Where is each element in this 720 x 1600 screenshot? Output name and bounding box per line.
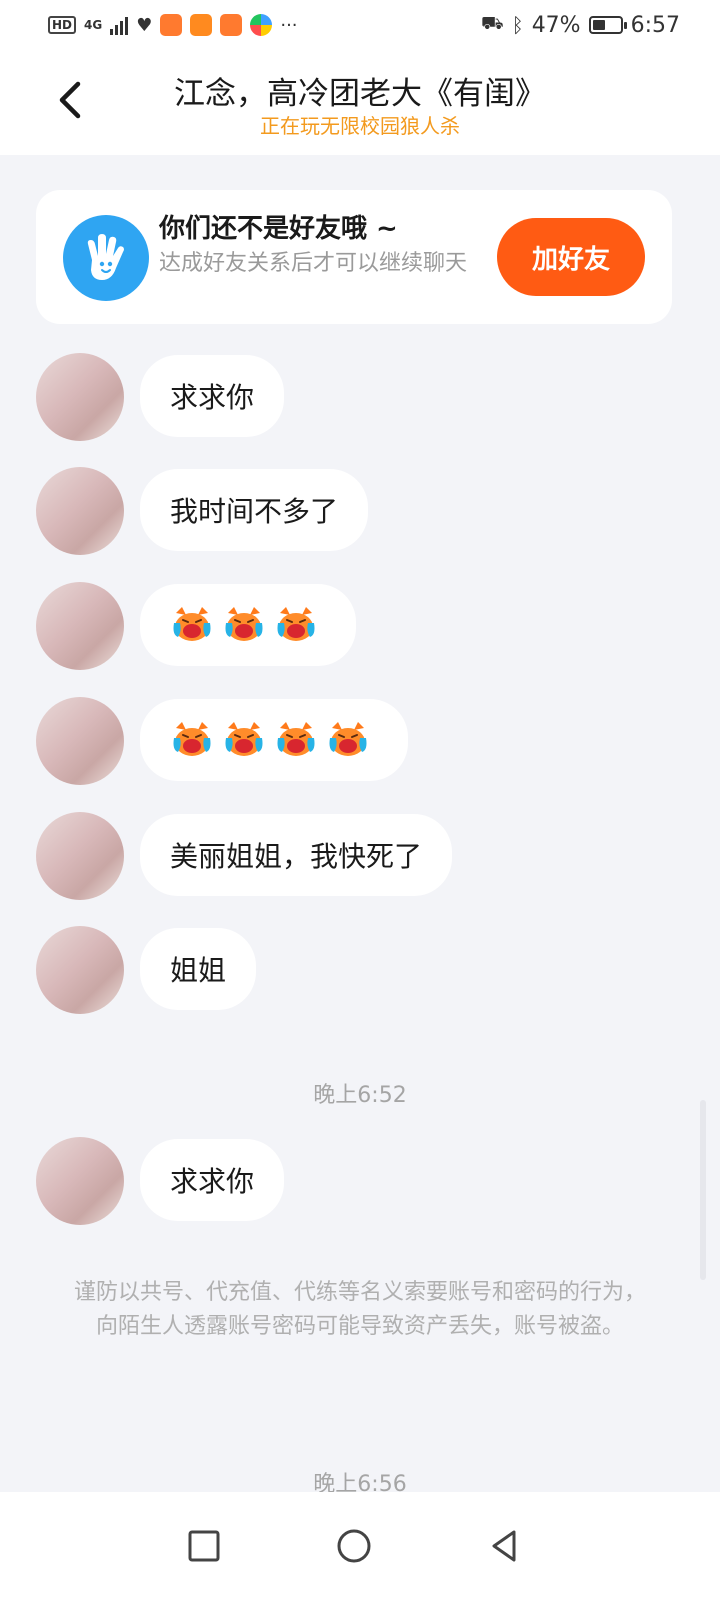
avatar[interactable]: [36, 467, 124, 555]
network-type: 4G: [84, 18, 103, 32]
message-row: [36, 582, 676, 670]
avatar[interactable]: [36, 353, 124, 441]
security-warning: 谨防以共号、代充值、代练等名义索要账号和密码的行为，向陌生人透露账号密码可能导致…: [73, 1280, 646, 1339]
app-notification-icon: [160, 14, 183, 36]
system-nav-bar: [0, 1492, 720, 1600]
battery-icon: [588, 16, 627, 34]
crying-cat-emoji: [222, 605, 266, 645]
crying-cat-emoji: [170, 605, 214, 645]
avatar[interactable]: [36, 582, 124, 670]
crying-cat-emoji: [222, 720, 266, 760]
hd-indicator: HD: [48, 16, 77, 34]
message-row: 美丽姐姐，我快死了: [36, 812, 676, 900]
message-row: 求求你: [36, 353, 676, 441]
crying-cat-emoji: [170, 720, 214, 760]
circle-nav-icon[interactable]: [334, 1526, 374, 1566]
crying-cat-emoji: [274, 605, 318, 645]
chat-header: 江念，高冷团老大《有闺》 正在玩无限校园狼人杀: [0, 50, 720, 155]
bluetooth-icon: ᛒ: [511, 13, 524, 37]
message-row: 我时间不多了: [36, 467, 676, 555]
avatar[interactable]: [36, 812, 124, 900]
triangle-back-icon[interactable]: [484, 1526, 524, 1566]
wave-hand-icon: [63, 215, 149, 301]
status-right: ⛟ ᛒ 47% 6:57: [481, 13, 680, 38]
app-notification-icon-2: [220, 14, 243, 36]
chat-subtitle: 正在玩无限校园狼人杀: [260, 114, 460, 138]
square-nav-icon[interactable]: [184, 1526, 224, 1566]
heart-icon: ♥: [136, 14, 153, 36]
signal-icon: [110, 15, 129, 35]
message-bubble[interactable]: 姐姐: [140, 928, 257, 1010]
avatar[interactable]: [36, 697, 124, 785]
avatar[interactable]: [36, 926, 124, 1014]
friend-card-description: 达成好友关系后才可以继续聊天: [159, 251, 468, 276]
message-bubble[interactable]: 我时间不多了: [140, 469, 369, 551]
friend-card-heading: 你们还不是好友哦 ~: [159, 214, 398, 244]
crying-cat-emoji: [274, 720, 318, 760]
crying-cat-emoji: [326, 720, 370, 760]
emoji-message-bubble[interactable]: [140, 584, 356, 666]
message-row: [36, 697, 676, 785]
message-bubble[interactable]: 求求你: [140, 1139, 285, 1221]
battery-percent: 47%: [531, 12, 581, 38]
scrollbar[interactable]: [700, 1100, 706, 1280]
add-friend-button[interactable]: 加好友: [497, 218, 645, 296]
message-bubble[interactable]: 美丽姐姐，我快死了: [140, 814, 453, 896]
more-notifications-icon: ···: [280, 14, 298, 36]
message-row: 姐姐: [36, 926, 676, 1014]
status-left: HD 4G ♥ ···: [48, 14, 298, 36]
hand-glyph: [87, 234, 124, 280]
friend-request-card: 你们还不是好友哦 ~ 达成好友关系后才可以继续聊天 加好友: [36, 190, 672, 324]
status-bar: HD 4G ♥ ··· ⛟ ᛒ 47% 6:57: [0, 0, 720, 50]
colorful-app-icon: [250, 14, 273, 36]
chat-title: 江念，高冷团老大《有闺》: [174, 76, 546, 112]
video-app-icon: [190, 14, 213, 36]
avatar[interactable]: [36, 1137, 124, 1225]
clock: 6:57: [630, 12, 680, 38]
message-bubble[interactable]: 求求你: [140, 355, 285, 437]
message-row: 求求你: [36, 1137, 676, 1225]
timestamp: 晚上6:52: [313, 1083, 407, 1108]
car-icon: ⛟: [481, 13, 504, 34]
emoji-message-bubble[interactable]: [140, 699, 408, 781]
